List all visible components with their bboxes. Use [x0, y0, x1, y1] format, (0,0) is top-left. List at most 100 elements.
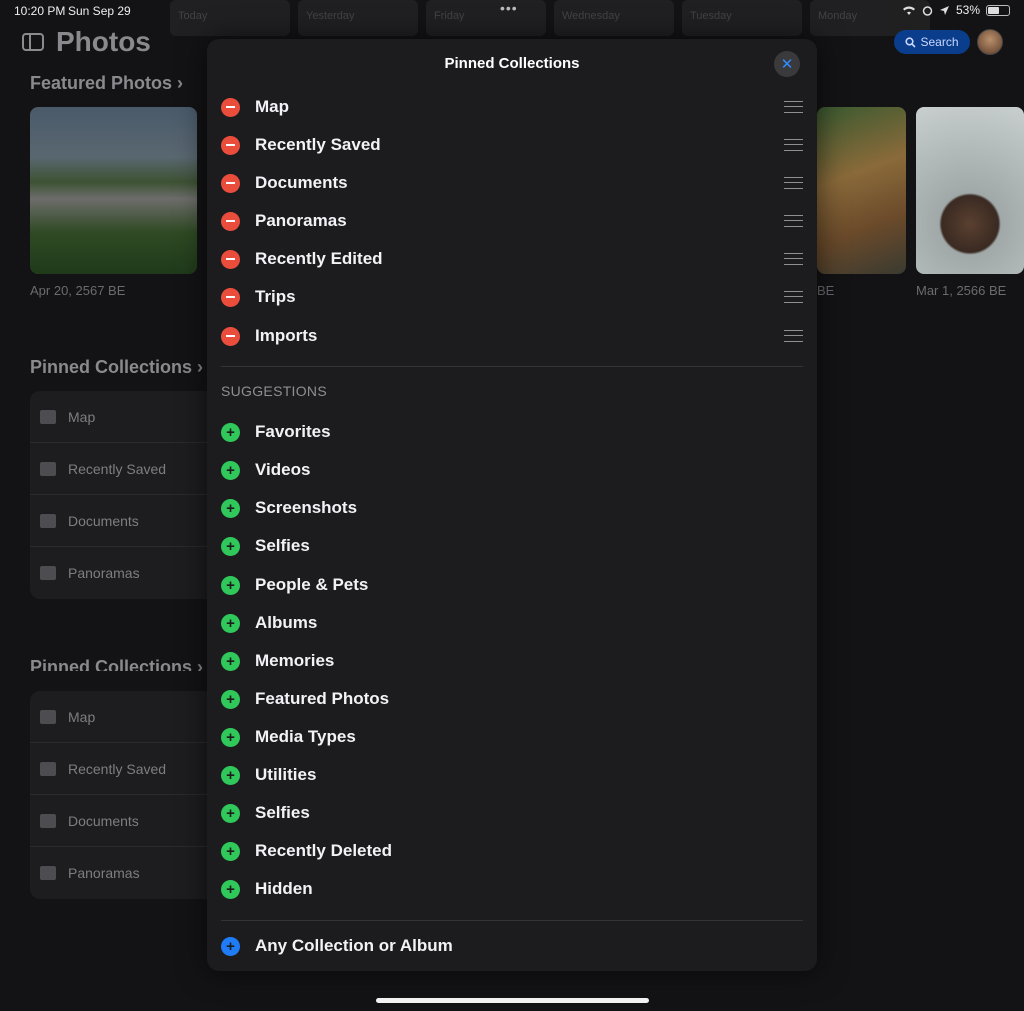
battery-percent: 53%	[955, 3, 980, 17]
status-bar: Today Yesterday Friday Wednesday Tuesday…	[0, 0, 1024, 36]
pinned-collections-modal: Pinned Collections ✕ Map Recently Saved …	[207, 39, 817, 971]
suggestion-item-label: Albums	[255, 613, 318, 632]
featured-photo[interactable]	[817, 107, 906, 274]
add-icon[interactable]: +	[221, 613, 240, 633]
add-icon[interactable]: +	[221, 841, 240, 861]
suggestion-item[interactable]: + Utilities	[221, 760, 803, 790]
alarm-icon	[922, 5, 933, 16]
featured-photos-label: Featured Photos	[30, 73, 173, 93]
suggestion-item[interactable]: + Selfies	[221, 798, 803, 828]
suggestion-item-label: Recently Deleted	[255, 841, 392, 860]
bg-list-item[interactable]: Map	[30, 391, 220, 443]
drag-handle-icon[interactable]	[784, 253, 803, 265]
chevron-right-icon: ›	[197, 657, 204, 671]
featured-photos-title[interactable]: Featured Photos ›	[30, 73, 183, 94]
add-icon[interactable]: +	[221, 765, 240, 785]
pinned-collections-label: Pinned Collections	[30, 657, 193, 671]
add-icon[interactable]: +	[221, 536, 240, 556]
suggestion-item[interactable]: + People & Pets	[221, 570, 803, 600]
drag-handle-icon[interactable]	[784, 215, 803, 227]
remove-icon[interactable]	[221, 211, 240, 231]
page-title: Photos	[56, 26, 151, 57]
top-thumb[interactable]: Friday	[426, 0, 546, 36]
suggestion-item-label: Media Types	[255, 727, 356, 746]
suggestion-item-label: Featured Photos	[255, 689, 390, 708]
search-button[interactable]: Search	[894, 30, 970, 54]
top-thumb[interactable]: Yesterday	[298, 0, 418, 36]
add-icon[interactable]: +	[221, 651, 240, 671]
add-icon[interactable]: +	[221, 498, 240, 518]
drag-handle-icon[interactable]	[784, 139, 803, 151]
top-thumb[interactable]: Tuesday	[682, 0, 802, 36]
add-icon[interactable]: +	[221, 879, 240, 899]
drag-handle-icon[interactable]	[784, 291, 803, 303]
multitasking-dots-icon[interactable]: •••	[500, 0, 518, 16]
search-label: Search	[920, 35, 959, 49]
top-thumb[interactable]: Today	[170, 0, 290, 36]
bg-list-item[interactable]: Panoramas	[30, 847, 220, 899]
bg-item-label: Documents	[68, 812, 139, 829]
suggestion-item-label: Hidden	[255, 879, 313, 898]
add-icon[interactable]: +	[221, 803, 240, 823]
bg-list-item[interactable]: Map	[30, 691, 220, 743]
suggestion-item[interactable]: + Media Types	[221, 722, 803, 752]
bg-list-item[interactable]: Documents	[30, 495, 220, 547]
pinned-item[interactable]: Panoramas	[221, 206, 803, 236]
suggestion-item[interactable]: + Favorites	[221, 417, 803, 447]
suggestion-item[interactable]: + Memories	[221, 646, 803, 676]
featured-photo[interactable]	[916, 107, 1024, 274]
pinned-item[interactable]: Trips	[221, 282, 803, 312]
pinned-item[interactable]: Map	[221, 92, 803, 122]
recently-saved-icon	[40, 461, 56, 476]
add-icon[interactable]: +	[221, 689, 240, 709]
battery-fill	[988, 6, 999, 14]
status-time: 10:20 PM	[14, 4, 66, 18]
bg-list-item[interactable]: Recently Saved	[30, 743, 220, 795]
remove-icon[interactable]	[221, 135, 240, 155]
featured-photo[interactable]	[30, 107, 197, 274]
any-collection-item[interactable]: + Any Collection or Album	[221, 931, 803, 961]
pinned-collections-title[interactable]: Pinned Collections ›	[30, 357, 203, 378]
pinned-item[interactable]: Recently Edited	[221, 244, 803, 274]
suggestion-item[interactable]: + Screenshots	[221, 493, 803, 523]
bg-item-label: Map	[68, 408, 96, 425]
suggestion-item[interactable]: + Hidden	[221, 874, 803, 904]
suggestion-item[interactable]: + Albums	[221, 608, 803, 638]
drag-handle-icon[interactable]	[784, 101, 803, 113]
add-icon[interactable]: +	[221, 422, 240, 442]
remove-icon[interactable]	[221, 326, 240, 346]
home-indicator[interactable]	[376, 998, 649, 1003]
avatar[interactable]	[977, 29, 1003, 55]
pinned-item[interactable]: Imports	[221, 321, 803, 351]
pinned-item[interactable]: Documents	[221, 168, 803, 198]
suggestion-item[interactable]: + Videos	[221, 455, 803, 485]
pinned-collections-card: Map Recently Saved Documents Panoramas	[30, 691, 220, 899]
suggestion-item[interactable]: + Recently Deleted	[221, 836, 803, 866]
search-icon	[905, 36, 917, 48]
top-thumb[interactable]: Wednesday	[554, 0, 674, 36]
any-collection-label: Any Collection or Album	[255, 936, 453, 955]
add-icon[interactable]: +	[221, 575, 240, 595]
close-button[interactable]: ✕	[774, 51, 800, 77]
sidebar-toggle-icon[interactable]	[22, 33, 44, 51]
bg-list-item[interactable]: Panoramas	[30, 547, 220, 599]
add-icon[interactable]: +	[221, 727, 240, 747]
suggestion-item[interactable]: + Selfies	[221, 531, 803, 561]
remove-icon[interactable]	[221, 287, 240, 307]
suggestion-item[interactable]: + Featured Photos	[221, 684, 803, 714]
pinned-item-label: Panoramas	[255, 211, 347, 230]
bg-list-item[interactable]: Recently Saved	[30, 443, 220, 495]
battery-icon	[986, 4, 1010, 16]
bg-item-label: Recently Saved	[68, 460, 167, 477]
remove-icon[interactable]	[221, 173, 240, 193]
remove-icon[interactable]	[221, 97, 240, 117]
remove-icon[interactable]	[221, 249, 240, 269]
suggestion-item-label: Utilities	[255, 765, 317, 784]
bg-list-item[interactable]: Documents	[30, 795, 220, 847]
drag-handle-icon[interactable]	[784, 330, 803, 342]
pinned-item[interactable]: Recently Saved	[221, 130, 803, 160]
add-icon[interactable]: +	[221, 460, 240, 480]
drag-handle-icon[interactable]	[784, 177, 803, 189]
chevron-right-icon: ›	[197, 357, 204, 377]
add-icon[interactable]: +	[221, 936, 240, 956]
